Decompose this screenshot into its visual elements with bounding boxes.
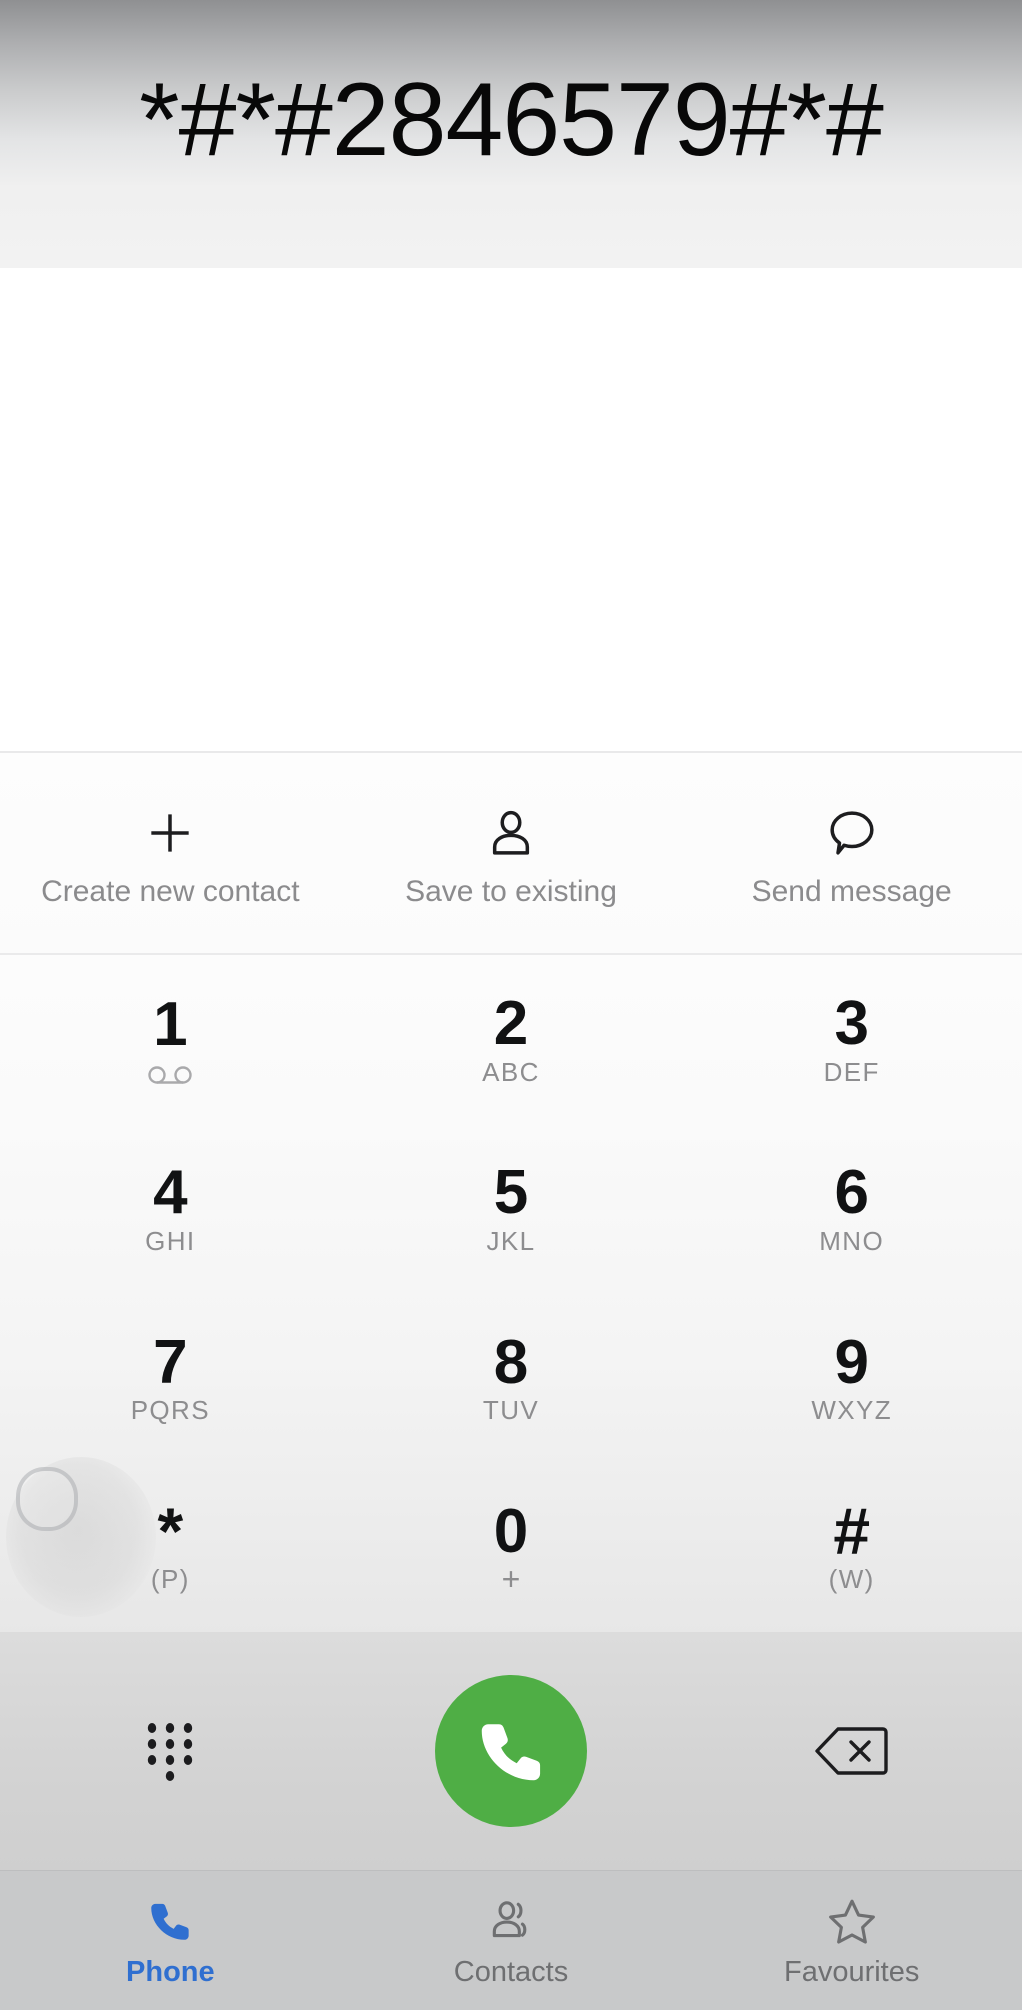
dialpad-key-9-digit: 9 xyxy=(834,1327,869,1397)
dial-action-row xyxy=(0,1632,1022,1870)
dialpad-key-0[interactable]: 0 + xyxy=(341,1463,682,1632)
number-display-header: *#*#2846579#*# xyxy=(0,0,1022,268)
message-bubble-icon xyxy=(830,811,874,855)
dialpad-key-1[interactable]: 1 xyxy=(0,955,341,1124)
contact-actions-row: Create new contact Save to existing Send… xyxy=(0,753,1022,955)
dialpad-key-1-digit: 1 xyxy=(153,990,188,1059)
dialpad-key-3-letters: DEF xyxy=(823,1056,880,1087)
backspace-button[interactable] xyxy=(681,1721,1022,1781)
dialpad-key-8-digit: 8 xyxy=(493,1327,529,1397)
dialpad-key-5[interactable]: 5 JKL xyxy=(341,1124,682,1293)
voicemail-icon xyxy=(148,1066,193,1084)
dialpad-key-4[interactable]: 4 GHI xyxy=(0,1124,341,1293)
dialpad-key-9[interactable]: 9 WXYZ xyxy=(681,1294,1022,1463)
person-icon xyxy=(492,810,530,855)
plus-icon xyxy=(151,814,189,852)
contacts-icon xyxy=(492,1901,527,1938)
send-message-button[interactable]: Send message xyxy=(681,753,1022,955)
star-outline-icon xyxy=(828,1899,875,1944)
call-log-area xyxy=(0,268,1022,753)
dialed-number-text[interactable]: *#*#2846579#*# xyxy=(139,68,884,172)
save-to-existing-label: Save to existing xyxy=(405,875,617,908)
tab-contacts-label: Contacts xyxy=(453,1956,569,1988)
dialpad: 1 2 ABC 3 DEF 4 GHI 5 JKL 6 MNO 7 PQRS 8… xyxy=(0,955,1022,1870)
dialpad-key-4-digit: 4 xyxy=(153,1158,188,1228)
tab-favourites-label: Favourites xyxy=(783,1956,920,1988)
dialpad-key-8-letters: TUV xyxy=(482,1395,540,1426)
touch-ripple-ring xyxy=(16,1466,78,1531)
dialpad-key-6-letters: MNO xyxy=(819,1226,885,1257)
dialpad-key-hash-sub: (W) xyxy=(828,1564,875,1595)
dialpad-key-6-digit: 6 xyxy=(834,1158,869,1228)
backspace-icon xyxy=(814,1727,888,1775)
dialpad-row: * (P) 0 + # (W) xyxy=(0,1456,1022,1632)
phone-handset-icon xyxy=(481,1724,541,1781)
dialpad-key-9-letters: WXYZ xyxy=(811,1395,893,1426)
dialpad-row: 4 GHI 5 JKL 6 MNO xyxy=(0,1124,1022,1293)
save-to-existing-button[interactable]: Save to existing xyxy=(341,753,682,955)
tab-favourites[interactable]: Favourites xyxy=(681,1871,1022,2010)
keypad-dots-icon xyxy=(148,1723,193,1781)
dialpad-row: 1 2 ABC 3 DEF xyxy=(0,955,1022,1124)
dialpad-key-star-digit: * xyxy=(157,1494,184,1569)
tab-phone[interactable]: Phone xyxy=(0,1871,341,2010)
send-message-label: Send message xyxy=(751,875,952,908)
dialpad-key-0-digit: 0 xyxy=(493,1496,529,1566)
dialpad-key-4-letters: GHI xyxy=(145,1226,196,1257)
call-button[interactable] xyxy=(435,1675,587,1827)
dialpad-key-0-sub: + xyxy=(501,1561,521,1598)
tab-contacts[interactable]: Contacts xyxy=(341,1871,682,2010)
dialpad-row: 7 PQRS 8 TUV 9 WXYZ xyxy=(0,1294,1022,1463)
keypad-toggle-button[interactable] xyxy=(0,1720,341,1782)
tab-phone-label: Phone xyxy=(126,1956,215,1988)
touch-ripple-blob xyxy=(6,1456,156,1617)
dialpad-key-7-letters: PQRS xyxy=(130,1395,210,1426)
create-new-contact-button[interactable]: Create new contact xyxy=(0,753,341,955)
dialpad-key-6[interactable]: 6 MNO xyxy=(681,1124,1022,1293)
dialpad-key-3[interactable]: 3 DEF xyxy=(681,955,1022,1124)
dialpad-key-star[interactable]: * (P) xyxy=(0,1456,341,1632)
dialpad-key-hash-digit: # xyxy=(833,1494,871,1569)
dialpad-key-hash[interactable]: # (W) xyxy=(681,1463,1022,1632)
create-new-contact-label: Create new contact xyxy=(41,875,300,908)
phone-handset-icon xyxy=(151,1903,189,1940)
dialpad-key-3-digit: 3 xyxy=(834,989,869,1058)
dialpad-key-7[interactable]: 7 PQRS xyxy=(0,1294,341,1463)
dialpad-key-2-letters: ABC xyxy=(482,1056,540,1087)
dialpad-key-2[interactable]: 2 ABC xyxy=(341,955,682,1124)
call-button-cell xyxy=(341,1675,682,1827)
bottom-tab-bar: Phone Contacts Favourites xyxy=(0,1870,1022,2010)
dialpad-key-5-letters: JKL xyxy=(486,1226,536,1257)
dialpad-key-7-digit: 7 xyxy=(153,1327,188,1397)
dialpad-key-star-sub: (P) xyxy=(150,1564,190,1595)
dialpad-key-8[interactable]: 8 TUV xyxy=(341,1294,682,1463)
dialer-screen: *#*#2846579#*# Create new contact Save t… xyxy=(0,0,1022,2010)
dialpad-key-2-digit: 2 xyxy=(493,989,529,1058)
dialpad-key-5-digit: 5 xyxy=(493,1158,529,1228)
